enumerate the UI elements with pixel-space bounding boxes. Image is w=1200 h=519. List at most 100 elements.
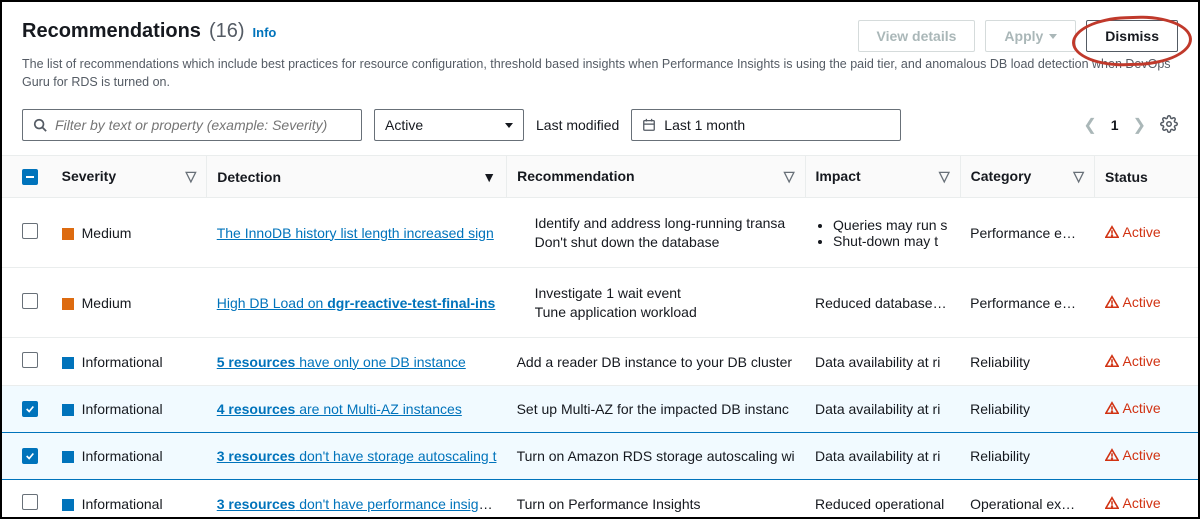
column-header-severity[interactable]: Severity▽ [52, 156, 207, 198]
settings-button[interactable] [1160, 115, 1178, 136]
impact-cell: Data availability at ri [805, 338, 960, 386]
sort-icon: ▽ [185, 168, 196, 185]
table-row: Medium High DB Load on dgr-reactive-test-… [2, 268, 1198, 338]
category-cell: Operational ex… [960, 480, 1094, 519]
severity-badge [62, 451, 74, 463]
severity-badge [62, 298, 74, 310]
warning-icon [1105, 448, 1119, 462]
severity-text: Informational [82, 448, 163, 464]
status-badge: Active [1105, 495, 1161, 511]
recommendation-cell: Identify and address long-running transa… [507, 198, 805, 268]
status-badge: Active [1105, 400, 1161, 416]
filter-bar: Active Last modified Last 1 month ❮ 1 ❯ [2, 105, 1198, 155]
warning-icon [1105, 354, 1119, 368]
info-link[interactable]: Info [253, 25, 277, 40]
panel-header: Recommendations (16) Info View details A… [2, 2, 1198, 56]
recommendation-cell: Add a reader DB instance to your DB clus… [507, 338, 805, 386]
warning-icon [1105, 295, 1119, 309]
apply-button[interactable]: Apply [985, 20, 1076, 52]
severity-text: Informational [82, 496, 163, 512]
severity-badge [62, 404, 74, 416]
row-checkbox[interactable] [22, 293, 38, 309]
status-badge: Active [1105, 353, 1161, 369]
panel-description: The list of recommendations which includ… [2, 56, 1198, 105]
recommendation-item: Don't shut down the database [535, 234, 795, 250]
column-header-status[interactable]: Status [1095, 156, 1198, 198]
recommendation-item: Tune application workload [535, 304, 795, 320]
status-badge: Active [1105, 224, 1161, 240]
page-title: Recommendations [22, 20, 201, 43]
category-cell: Reliability [960, 386, 1094, 433]
sort-icon: ▼ [482, 169, 496, 185]
severity-text: Medium [82, 225, 132, 241]
chevron-down-icon [1049, 34, 1057, 39]
select-all-header[interactable] [2, 156, 52, 198]
status-filter-select[interactable]: Active [374, 109, 524, 141]
column-header-recommendation[interactable]: Recommendation▽ [507, 156, 805, 198]
severity-text: Medium [82, 295, 132, 311]
sort-icon: ▽ [1073, 168, 1084, 185]
detection-link[interactable]: The InnoDB history list length increased… [217, 225, 494, 241]
recommendations-table: Severity▽ Detection▼ Recommendation▽ Imp… [2, 155, 1198, 519]
recommendation-cell: Turn on Amazon RDS storage autoscaling w… [507, 433, 805, 480]
apply-button-label: Apply [1004, 28, 1043, 44]
row-checkbox[interactable] [22, 401, 38, 417]
row-checkbox[interactable] [22, 448, 38, 464]
prev-page-button[interactable]: ❮ [1083, 115, 1096, 135]
recommendation-cell: Set up Multi-AZ for the impacted DB inst… [507, 386, 805, 433]
column-header-impact[interactable]: Impact▽ [805, 156, 960, 198]
impact-cell: Reduced operational [805, 480, 960, 519]
severity-text: Informational [82, 354, 163, 370]
table-row: Informational 3 resources don't have perf… [2, 480, 1198, 519]
pagination: ❮ 1 ❯ [1083, 115, 1178, 136]
warning-icon [1105, 401, 1119, 415]
severity-text: Informational [82, 401, 163, 417]
sort-icon: ▽ [784, 168, 795, 185]
category-cell: Performance e… [960, 198, 1094, 268]
view-details-button[interactable]: View details [858, 20, 976, 52]
table-row: Medium The InnoDB history list length inc… [2, 198, 1198, 268]
calendar-icon [642, 118, 656, 132]
table-row: Informational 4 resources are not Multi-A… [2, 386, 1198, 433]
column-header-category[interactable]: Category▽ [960, 156, 1094, 198]
date-range-select[interactable]: Last 1 month [631, 109, 901, 141]
current-page: 1 [1111, 117, 1119, 133]
detection-link[interactable]: 4 resources are not Multi-AZ instances [217, 401, 462, 417]
dismiss-button[interactable]: Dismiss [1086, 20, 1178, 52]
column-header-detection[interactable]: Detection▼ [207, 156, 507, 198]
status-filter-value: Active [385, 117, 423, 133]
detection-link[interactable]: High DB Load on dgr-reactive-test-final-… [217, 295, 496, 311]
recommendation-cell: Turn on Performance Insights [507, 480, 805, 519]
filter-input-container[interactable] [22, 109, 362, 141]
recommendation-cell: Investigate 1 wait eventTune application… [507, 268, 805, 338]
category-cell: Performance e… [960, 268, 1094, 338]
title-group: Recommendations (16) Info [22, 20, 276, 43]
severity-badge [62, 357, 74, 369]
detection-link[interactable]: 3 resources don't have storage autoscali… [217, 448, 497, 464]
table-row: Informational 3 resources don't have stor… [2, 433, 1198, 480]
search-icon [33, 118, 47, 132]
recommendation-count: (16) [209, 20, 245, 43]
select-all-checkbox[interactable] [22, 169, 38, 185]
filter-input[interactable] [55, 117, 351, 133]
impact-cell: Data availability at ri [805, 386, 960, 433]
severity-badge [62, 499, 74, 511]
sort-icon: ▽ [939, 168, 950, 185]
impact-cell: Queries may run sShut-down may t [805, 198, 960, 268]
chevron-down-icon [505, 123, 513, 128]
recommendation-item: Identify and address long-running transa [535, 215, 795, 231]
impact-cell: Data availability at ri [805, 433, 960, 480]
detection-link[interactable]: 3 resources don't have performance insig… [217, 496, 498, 512]
impact-item: Shut-down may t [833, 233, 950, 249]
row-checkbox[interactable] [22, 494, 38, 510]
recommendations-panel: Recommendations (16) Info View details A… [0, 0, 1200, 519]
warning-icon [1105, 496, 1119, 510]
row-checkbox[interactable] [22, 352, 38, 368]
gear-icon [1160, 115, 1178, 133]
next-page-button[interactable]: ❯ [1133, 115, 1146, 135]
row-checkbox[interactable] [22, 223, 38, 239]
severity-badge [62, 228, 74, 240]
detection-link[interactable]: 5 resources have only one DB instance [217, 354, 466, 370]
action-buttons: View details Apply Dismiss [858, 20, 1179, 52]
warning-icon [1105, 225, 1119, 239]
